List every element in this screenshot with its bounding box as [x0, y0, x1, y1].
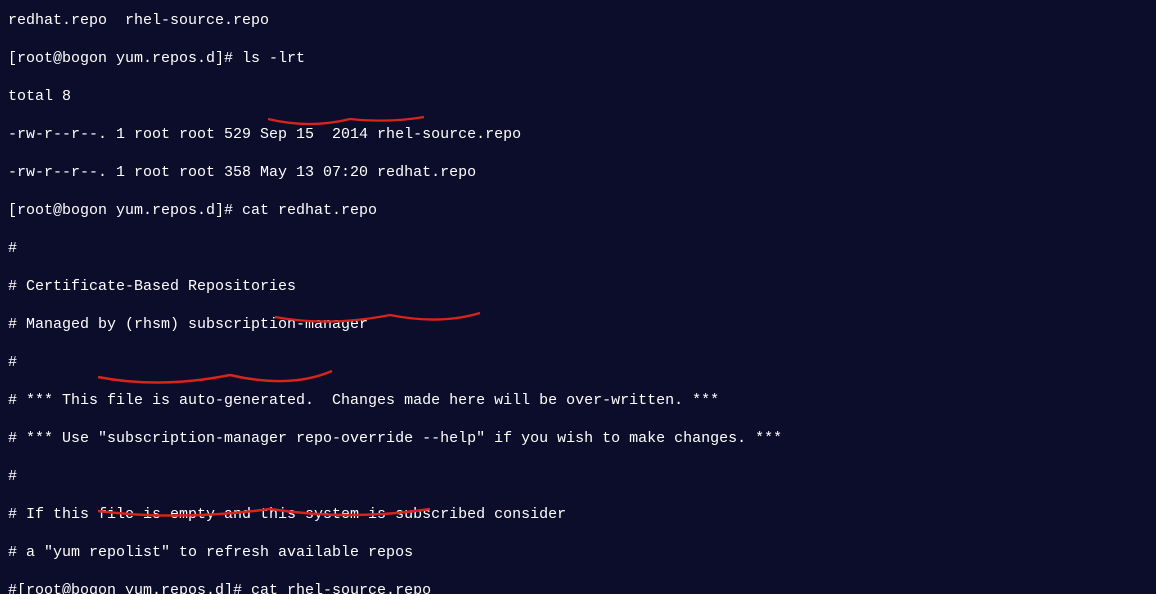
terminal-line: redhat.repo rhel-source.repo	[8, 11, 1148, 30]
terminal-line: # Certificate-Based Repositories	[8, 277, 1148, 296]
terminal-area[interactable]: redhat.repo rhel-source.repo [root@bogon…	[0, 0, 1156, 594]
terminal-line: # Managed by (rhsm) subscription-manager	[8, 315, 1148, 334]
terminal-line: #	[8, 239, 1148, 258]
terminal-line: #	[8, 353, 1148, 372]
terminal-line: # If this file is empty and this system …	[8, 505, 1148, 524]
terminal-line: # *** This file is auto-generated. Chang…	[8, 391, 1148, 410]
terminal-line: [root@bogon yum.repos.d]# cat redhat.rep…	[8, 201, 1148, 220]
terminal-line: -rw-r--r--. 1 root root 358 May 13 07:20…	[8, 163, 1148, 182]
terminal-line: total 8	[8, 87, 1148, 106]
terminal-line: [root@bogon yum.repos.d]# ls -lrt	[8, 49, 1148, 68]
terminal-line: #	[8, 467, 1148, 486]
terminal-line: -rw-r--r--. 1 root root 529 Sep 15 2014 …	[8, 125, 1148, 144]
terminal-line: # a "yum repolist" to refresh available …	[8, 543, 1148, 562]
terminal-line: # *** Use "subscription-manager repo-ove…	[8, 429, 1148, 448]
terminal-line: #[root@bogon yum.repos.d]# cat rhel-sour…	[8, 581, 1148, 594]
